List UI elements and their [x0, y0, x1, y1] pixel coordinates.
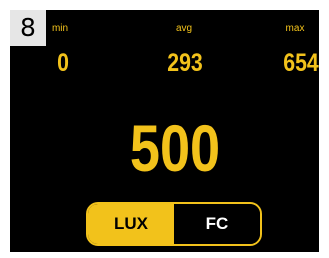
avg-label: avg	[175, 23, 193, 34]
unit-lux-button[interactable]: LUX	[88, 204, 174, 244]
min-label: min	[51, 23, 69, 34]
current-reading: 500	[129, 111, 221, 185]
max-value: 654	[283, 49, 319, 77]
max-label: max	[285, 23, 305, 34]
avg-value: 293	[167, 49, 203, 77]
unit-fc-button[interactable]: FC	[174, 204, 260, 244]
instruction-frame: min avg max 0 293 654 500 8 LUX FC	[0, 0, 329, 258]
step-number-badge: 8	[10, 10, 46, 46]
unit-toggle: LUX FC	[86, 202, 262, 246]
min-value: 0	[57, 49, 69, 77]
